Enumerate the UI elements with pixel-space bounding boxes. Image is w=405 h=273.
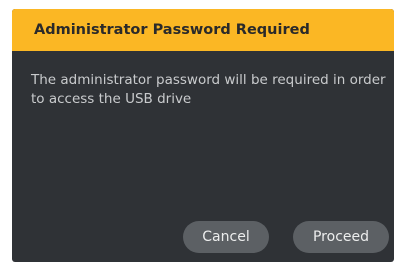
dialog-header: Administrator Password Required	[12, 9, 394, 51]
proceed-button[interactable]: Proceed	[293, 221, 389, 253]
cancel-button[interactable]: Cancel	[183, 221, 269, 253]
password-required-dialog: Administrator Password Required The admi…	[12, 9, 394, 262]
dialog-title: Administrator Password Required	[34, 22, 310, 38]
dialog-message: The administrator password will be requi…	[31, 72, 386, 107]
